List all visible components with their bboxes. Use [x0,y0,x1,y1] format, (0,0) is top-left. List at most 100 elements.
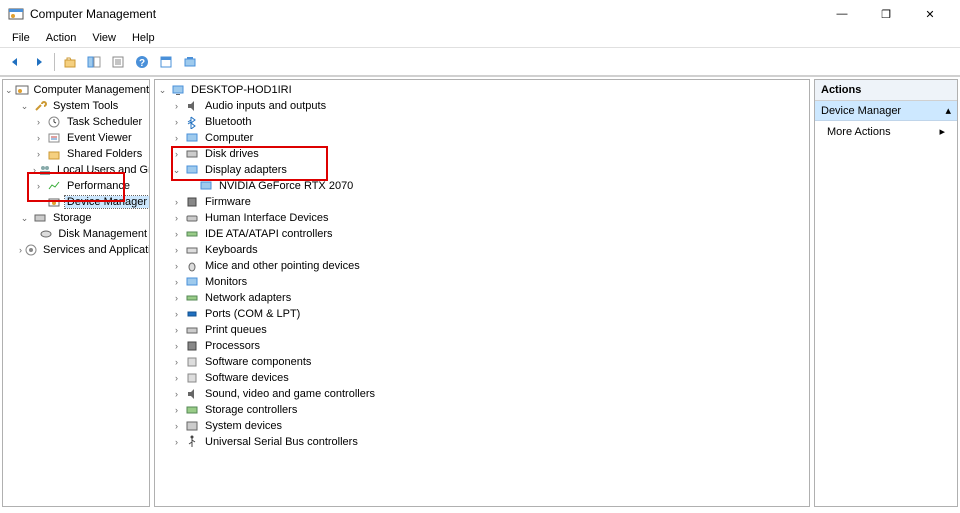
actions-context[interactable]: Device Manager ▴ [815,101,957,121]
close-button[interactable]: ✕ [908,0,952,28]
no-expand [33,197,44,208]
category-icon [184,370,200,386]
expand-icon[interactable]: › [171,133,182,144]
device-category[interactable]: ⌄Display adapters [155,162,809,178]
expand-icon[interactable]: ⌄ [19,101,30,112]
expand-icon[interactable]: › [171,357,182,368]
expand-icon[interactable]: › [33,149,44,160]
tree-root[interactable]: ⌄ Computer Management (Local) [3,82,149,98]
menu-help[interactable]: Help [124,30,163,46]
menu-file[interactable]: File [4,30,38,46]
forward-button[interactable] [28,51,50,73]
export-list-button[interactable] [107,51,129,73]
properties-button[interactable] [155,51,177,73]
expand-icon[interactable]: › [171,437,182,448]
expand-icon[interactable]: › [171,373,182,384]
expand-icon[interactable]: › [33,133,44,144]
device-category[interactable]: ›Keyboards [155,242,809,258]
device-category[interactable]: ›Software components [155,354,809,370]
maximize-button[interactable]: ❐ [864,0,908,28]
tree-label: Services and Applications [41,244,150,256]
device-category[interactable]: ›Ports (COM & LPT) [155,306,809,322]
device-category[interactable]: ›Mice and other pointing devices [155,258,809,274]
expand-icon[interactable]: › [171,389,182,400]
device-category[interactable]: › Universal Serial Bus controllers [155,434,809,450]
category-label: Print queues [203,324,269,336]
tree-device-manager[interactable]: Device Manager [3,194,149,210]
expand-icon[interactable]: › [171,277,182,288]
category-icon [184,162,200,178]
expand-icon[interactable]: › [171,293,182,304]
expand-icon[interactable]: › [171,213,182,224]
no-expand [185,181,196,192]
expand-icon[interactable]: ⌄ [5,85,13,96]
tree-task-scheduler[interactable]: › Task Scheduler [3,114,149,130]
expand-icon[interactable]: ⌄ [171,165,182,176]
expand-icon[interactable]: › [171,101,182,112]
services-icon [24,242,38,258]
help-button[interactable]: ? [131,51,153,73]
device-category[interactable]: › Audio inputs and outputs [155,98,809,114]
expand-icon[interactable]: ⌄ [19,213,30,224]
disk-icon [39,226,53,242]
expand-icon[interactable]: › [33,165,36,176]
category-icon [184,146,200,162]
tree-services-apps[interactable]: › Services and Applications [3,242,149,258]
expand-icon[interactable]: › [171,421,182,432]
device-category[interactable]: ›System devices [155,418,809,434]
expand-icon[interactable]: › [171,117,182,128]
device-item[interactable]: NVIDIA GeForce RTX 2070 [155,178,809,194]
device-category[interactable]: ›Storage controllers [155,402,809,418]
category-icon [184,226,200,242]
device-category[interactable]: ›Processors [155,338,809,354]
device-category[interactable]: ›Computer [155,130,809,146]
refresh-button[interactable] [179,51,201,73]
collapse-icon[interactable]: ▴ [945,104,951,117]
tree-performance[interactable]: › Performance [3,178,149,194]
tree-label: Task Scheduler [65,116,144,128]
device-category[interactable]: ›Human Interface Devices [155,210,809,226]
expand-icon[interactable]: › [19,245,22,256]
device-root[interactable]: ⌄ DESKTOP-HOD1IRI [155,82,809,98]
tree-storage[interactable]: ⌄ Storage [3,210,149,226]
menu-view[interactable]: View [84,30,124,46]
show-console-tree-button[interactable] [83,51,105,73]
expand-icon[interactable]: › [171,245,182,256]
expand-icon[interactable]: › [171,405,182,416]
expand-icon[interactable]: › [171,197,182,208]
device-category[interactable]: ›Software devices [155,370,809,386]
submenu-arrow-icon: ▸ [939,125,945,138]
expand-icon[interactable]: › [171,229,182,240]
category-label: Bluetooth [203,116,253,128]
expand-icon[interactable]: ⌄ [157,85,168,96]
expand-icon[interactable]: › [171,325,182,336]
category-icon [184,322,200,338]
device-category[interactable]: › Print queues [155,322,809,338]
tree-shared-folders[interactable]: › Shared Folders [3,146,149,162]
device-category[interactable]: ›Disk drives [155,146,809,162]
device-category[interactable]: › Network adapters [155,290,809,306]
menu-action[interactable]: Action [38,30,85,46]
expand-icon[interactable]: › [171,309,182,320]
expand-icon[interactable]: › [33,181,44,192]
back-button[interactable] [4,51,26,73]
more-actions[interactable]: More Actions ▸ [815,121,957,142]
tree-local-users[interactable]: › Local Users and Groups [3,162,149,178]
device-category[interactable]: ›Sound, video and game controllers [155,386,809,402]
device-category[interactable]: ›IDE ATA/ATAPI controllers [155,226,809,242]
tree-event-viewer[interactable]: › Event Viewer [3,130,149,146]
minimize-button[interactable]: — [820,0,864,28]
device-category[interactable]: ›Monitors [155,274,809,290]
category-label: Universal Serial Bus controllers [203,436,360,448]
tree-system-tools[interactable]: ⌄ System Tools [3,98,149,114]
tree-disk-management[interactable]: Disk Management [3,226,149,242]
expand-icon[interactable]: › [171,149,182,160]
up-button[interactable] [59,51,81,73]
device-category[interactable]: ›Firmware [155,194,809,210]
expand-icon[interactable]: › [171,341,182,352]
expand-icon[interactable]: › [171,261,182,272]
category-label: Network adapters [203,292,293,304]
category-label: Audio inputs and outputs [203,100,328,112]
expand-icon[interactable]: › [33,117,44,128]
device-category[interactable]: › Bluetooth [155,114,809,130]
